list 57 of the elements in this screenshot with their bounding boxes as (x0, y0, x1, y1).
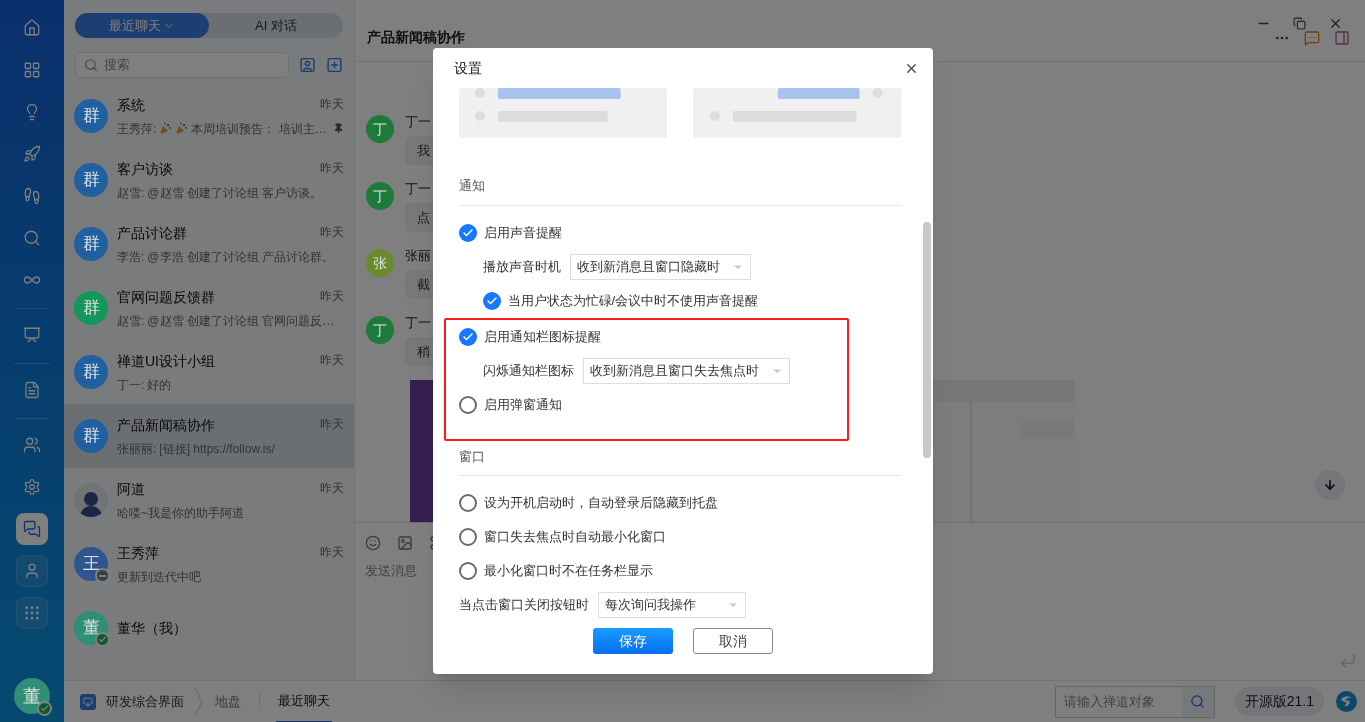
preview-sender: 王秀萍: (117, 120, 157, 138)
chat-preview: 更新到迭代中吧 (117, 568, 201, 586)
avatar: 张 (366, 249, 394, 278)
chat-name: 产品新闻稿协作 (117, 415, 215, 435)
chat-title: 产品新闻稿协作 (367, 28, 465, 47)
dialog-title: 设置 (453, 58, 482, 78)
chat-name: 王秀萍 (117, 543, 159, 563)
preview-sender: 李浩: (117, 248, 145, 266)
avatar: 群 (74, 163, 108, 197)
chat-time: 昨天 (320, 543, 344, 561)
preview-sender: 张丽丽: (117, 440, 157, 458)
chat-preview: 本周培训预告： 培训主… (191, 120, 327, 138)
message-author: 张丽 (405, 247, 431, 266)
chat-preview: 好的 (147, 376, 172, 394)
chat-preview: @赵雪 创建了讨论组 客户访谈。 (147, 184, 323, 202)
chat-name: 禅道UI设计小组 (117, 351, 215, 371)
chat-preview: 哈喽~我是你的助手阿道 (117, 504, 244, 522)
section-title: 通知 (458, 176, 902, 206)
option-label: 设为开机启动时，自动登录后隐藏到托盘 (483, 494, 718, 513)
preview-sender: 赵雪: (117, 184, 145, 202)
chat-name: 阿道 (117, 479, 145, 499)
avatar: 群 (74, 419, 108, 453)
section-title: 窗口 (458, 446, 902, 476)
chat-preview: [链接] https://follow.is/ (159, 440, 275, 458)
option-label: 最小化窗口时不在任务栏显示 (483, 562, 653, 581)
avatar: 丁 (366, 115, 394, 144)
option-label: 窗口失去焦点时自动最小化窗口 (483, 528, 666, 547)
chat-name: 系统 (117, 95, 145, 115)
chat-preview: @赵雪 创建了讨论组 官网问题反… (147, 312, 335, 330)
avatar: 王 (74, 547, 108, 581)
avatar: 董 (74, 611, 108, 645)
avatar: 丁 (366, 182, 394, 211)
field-label: 当点击窗口关闭按钮时 (458, 596, 589, 615)
chat-name: 产品讨论群 (117, 223, 187, 243)
chat-name: 董华（我） (117, 618, 187, 638)
chat-name: 官网问题反馈群 (117, 287, 215, 307)
edition-badge: 开源版21.1 (1234, 687, 1324, 716)
message-author: 丁一 (405, 113, 431, 132)
chat-time: 昨天 (320, 223, 344, 241)
chat-time: 昨天 (320, 479, 344, 497)
message-author: 丁一 (405, 314, 431, 333)
message-author: 丁一 (405, 180, 431, 199)
option-label: 启用弹窗通知 (483, 395, 562, 414)
chat-time: 昨天 (320, 415, 344, 433)
preview-sender: 赵雪: (117, 312, 145, 330)
avatar: 群 (74, 291, 108, 325)
chat-time: 昨天 (320, 95, 344, 113)
avatar: 群 (74, 227, 108, 261)
avatar: 丁 (366, 316, 394, 345)
chat-preview: @李浩 创建了讨论组 产品讨论群。 (147, 248, 335, 266)
chat-time: 昨天 (320, 159, 344, 177)
chat-time: 昨天 (320, 351, 344, 369)
avatar: 群 (74, 99, 108, 133)
chat-time: 昨天 (320, 287, 344, 305)
preview-sender: 丁一: (117, 376, 145, 394)
chat-name: 客户访谈 (117, 159, 173, 179)
avatar: 群 (74, 355, 108, 389)
